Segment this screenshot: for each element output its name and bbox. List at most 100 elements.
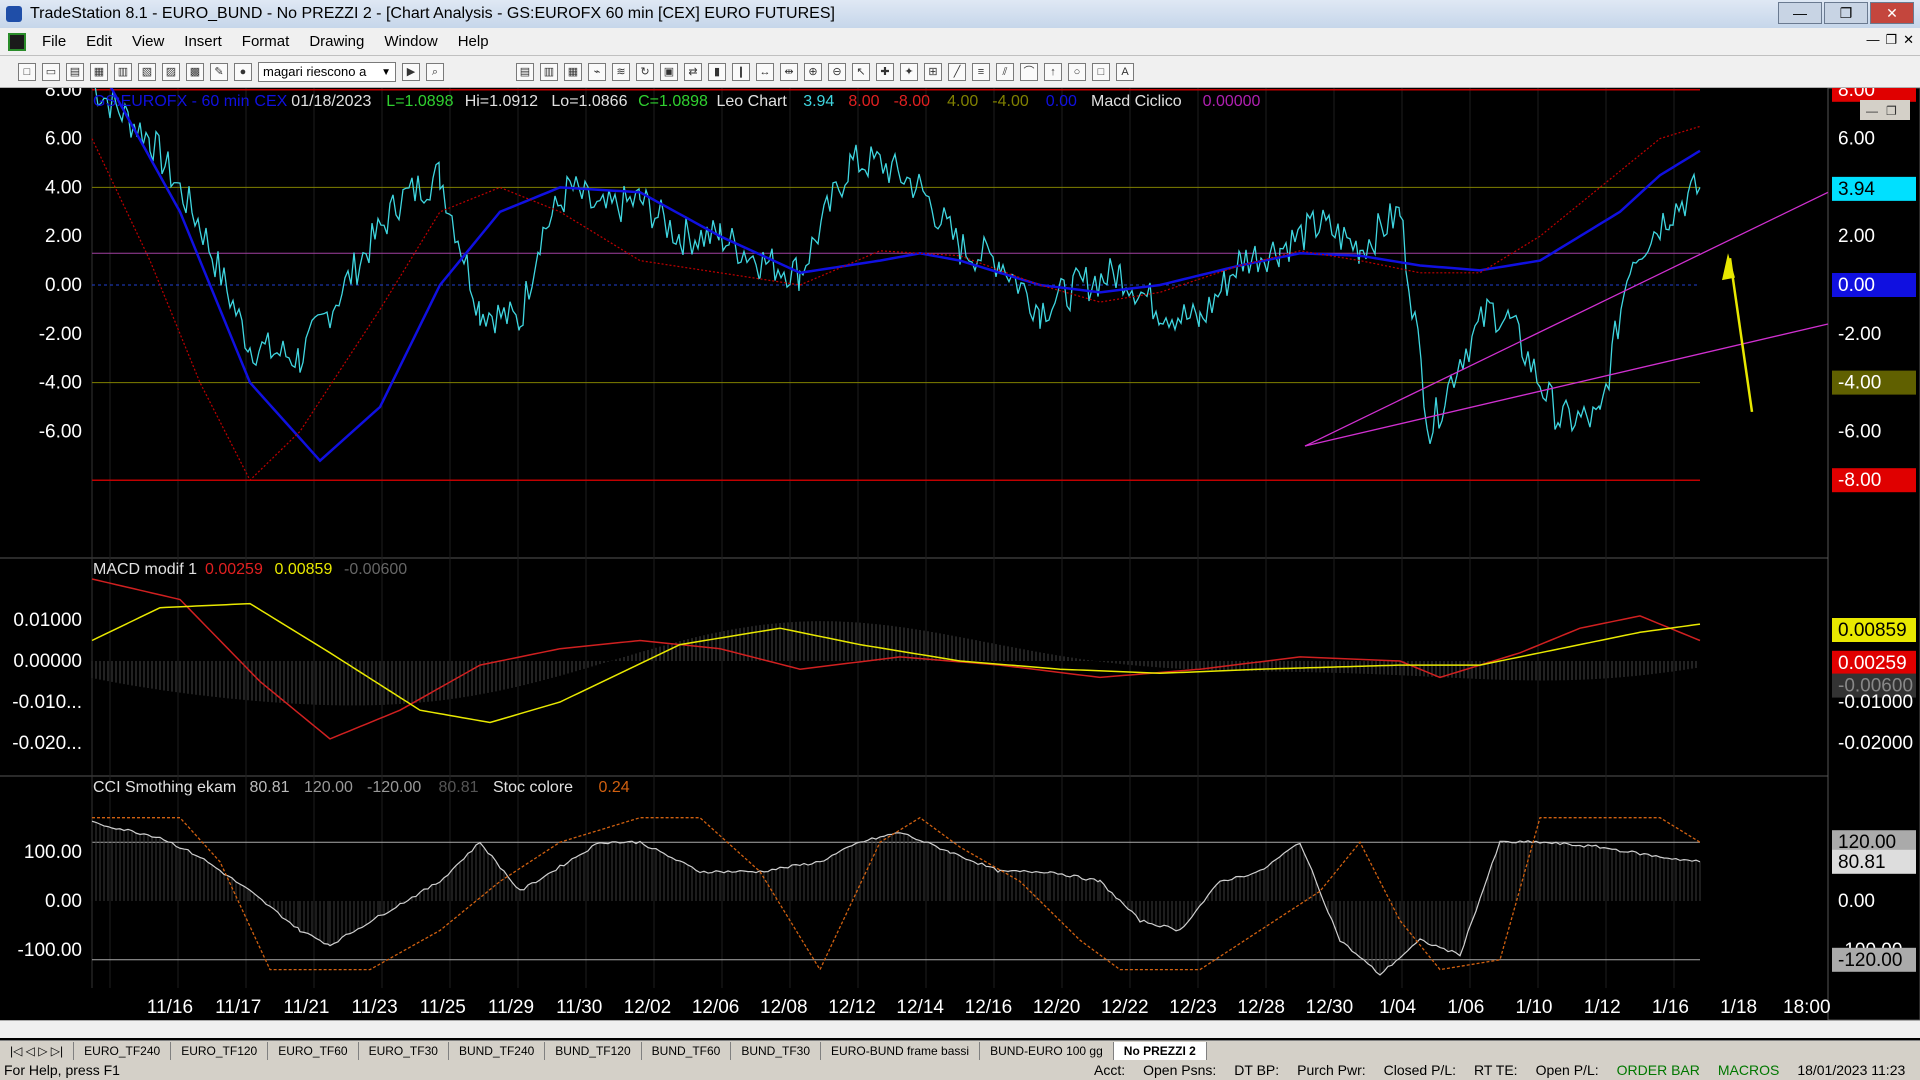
close-button[interactable]: ✕: [1870, 2, 1914, 24]
channel-icon[interactable]: ⫽: [996, 62, 1014, 81]
window-icon[interactable]: ▨: [162, 62, 180, 81]
chart-analysis-window[interactable]: GS:EUROFX - 60 min CEX 01/18/2023 L=1.0898 H…: [0, 52, 1920, 1048]
play-icon[interactable]: ▶: [402, 62, 420, 81]
mdi-restore-button[interactable]: ❐: [1885, 32, 1897, 48]
time-axis-label: 1/12: [1584, 997, 1621, 1018]
insert-icon[interactable]: ⊞: [924, 62, 942, 81]
tab-bund-tf120[interactable]: BUND_TF120: [545, 1041, 642, 1060]
print-icon[interactable]: ▥: [114, 62, 132, 81]
menu-file[interactable]: File: [32, 33, 76, 50]
menu-insert[interactable]: Insert: [174, 33, 232, 50]
crosshair-icon[interactable]: ✚: [876, 62, 894, 81]
mdi-minimize-button[interactable]: —: [1866, 32, 1879, 48]
zoom-in-icon[interactable]: ⊕: [804, 62, 822, 81]
workspace-tabs: |◁ ◁ ▷ ▷| EURO_TF240 EURO_TF120 EURO_TF6…: [0, 1040, 1920, 1060]
tab-no-prezzi-2[interactable]: No PREZZI 2: [1113, 1041, 1207, 1060]
status-help-text: For Help, press F1: [4, 1062, 120, 1078]
menu-edit[interactable]: Edit: [76, 33, 122, 50]
pointer-icon[interactable]: ↖: [852, 62, 870, 81]
right-price-6: 6.00: [1838, 129, 1875, 150]
save-icon[interactable]: ▦: [90, 62, 108, 81]
text-icon[interactable]: A: [1116, 62, 1134, 81]
status-rt-te: RT TE:: [1474, 1062, 1518, 1078]
menu-window[interactable]: Window: [374, 33, 447, 50]
bar-chart-icon[interactable]: ▮: [708, 62, 726, 81]
print-preview-icon[interactable]: ▧: [138, 62, 156, 81]
horizontal-scrollbar[interactable]: [0, 1020, 1920, 1038]
tab-euro-tf120[interactable]: EURO_TF120: [171, 1041, 269, 1060]
price-axis-label: -4.00: [39, 373, 82, 394]
price-panel-label-8: 3.94: [803, 93, 834, 110]
tab-bund-tf30[interactable]: BUND_TF30: [731, 1041, 822, 1060]
right-price-m2: -2.00: [1838, 324, 1881, 345]
tab-nav-icon[interactable]: |◁ ◁ ▷ ▷|: [0, 1041, 75, 1060]
find-icon[interactable]: ⌕: [426, 62, 444, 81]
new-workspace-icon[interactable]: ▤: [66, 62, 84, 81]
refresh-icon[interactable]: ↻: [636, 62, 654, 81]
chart-window-icon[interactable]: [8, 32, 26, 51]
lock-icon[interactable]: ▩: [186, 62, 204, 81]
arrow-up-icon[interactable]: ↑: [1044, 62, 1062, 81]
tab-bund-euro-100gg[interactable]: BUND-EURO 100 gg: [980, 1041, 1114, 1060]
trendline-icon[interactable]: ╱: [948, 62, 966, 81]
time-axis-label: 11/29: [488, 997, 534, 1018]
status-acct: Acct:: [1094, 1062, 1126, 1078]
rectangle-icon[interactable]: □: [1092, 62, 1110, 81]
status-bar: For Help, press F1 Acct: Open Psns: DT B…: [0, 1060, 1920, 1080]
macd-panel-label-0: MACD modif 1: [93, 561, 197, 578]
chart-icon[interactable]: ⌁: [588, 62, 606, 81]
layout2-icon[interactable]: ▥: [540, 62, 558, 81]
wrench-icon[interactable]: ✦: [900, 62, 918, 81]
mdi-close-button[interactable]: ✕: [1903, 32, 1914, 48]
zoom-out-icon[interactable]: ⊖: [828, 62, 846, 81]
layout1-icon[interactable]: ▤: [516, 62, 534, 81]
right-price-2: 2.00: [1838, 226, 1875, 247]
tab-bund-tf240[interactable]: BUND_TF240: [449, 1041, 546, 1060]
macd-axis-label: -0.020...: [12, 733, 82, 754]
chart2-icon[interactable]: ≋: [612, 62, 630, 81]
fib-icon[interactable]: ≡: [972, 62, 990, 81]
palette-icon[interactable]: ●: [234, 62, 252, 81]
layout3-icon[interactable]: ▦: [564, 62, 582, 81]
chart-canvas[interactable]: GS:EUROFX - 60 min CEX 01/18/2023 L=1.0898 H…: [0, 52, 1920, 1021]
arc-icon[interactable]: ⌒: [1020, 62, 1038, 81]
time-axis-label: 11/16: [147, 997, 193, 1018]
minimize-button[interactable]: —: [1778, 2, 1822, 24]
compress-icon[interactable]: ⇹: [780, 62, 798, 81]
price-panel-label-10: -8.00: [894, 93, 931, 110]
right-price-m8: -8.00: [1838, 470, 1881, 491]
tab-euro-bund-frame-bassi[interactable]: EURO-BUND frame bassi: [821, 1041, 981, 1060]
panel-min-icon[interactable]: —: [1866, 104, 1878, 118]
tools-icon[interactable]: ✎: [210, 62, 228, 81]
menu-format[interactable]: Format: [232, 33, 300, 50]
candle-icon[interactable]: ❙: [732, 62, 750, 81]
maximize-button[interactable]: ❐: [1824, 2, 1868, 24]
tab-euro-tf240[interactable]: EURO_TF240: [74, 1041, 172, 1060]
circle-icon[interactable]: ○: [1068, 62, 1086, 81]
compare-icon[interactable]: ⇄: [684, 62, 702, 81]
panel-restore-icon[interactable]: ❐: [1886, 104, 1897, 118]
tab-euro-tf30[interactable]: EURO_TF30: [359, 1041, 449, 1060]
price-axis-label: 2.00: [45, 226, 82, 247]
macros-button[interactable]: MACROS: [1718, 1062, 1779, 1078]
price-panel-label-13: 0.00: [1046, 93, 1077, 110]
expand-icon[interactable]: ↔: [756, 62, 774, 81]
menu-help[interactable]: Help: [448, 33, 499, 50]
order-bar-button[interactable]: ORDER BAR: [1617, 1062, 1700, 1078]
tab-euro-tf60[interactable]: EURO_TF60: [268, 1041, 359, 1060]
menu-drawing[interactable]: Drawing: [299, 33, 374, 50]
time-axis-label: 1/16: [1652, 997, 1689, 1018]
open-icon[interactable]: ▭: [42, 62, 60, 81]
new-icon[interactable]: □: [18, 62, 36, 81]
right-price-m4: -4.00: [1838, 373, 1881, 394]
workspace-combo[interactable]: magari riescono a: [258, 61, 396, 82]
price-axis-label: -6.00: [39, 421, 82, 442]
window-titlebar: TradeStation 8.1 - EURO_BUND - No PREZZI…: [0, 0, 1920, 28]
menu-view[interactable]: View: [122, 33, 174, 50]
data-window-icon[interactable]: ▣: [660, 62, 678, 81]
status-open-psns: Open Psns:: [1143, 1062, 1217, 1078]
price-panel-label-15: 0.00000: [1203, 93, 1261, 110]
tab-bund-tf60[interactable]: BUND_TF60: [642, 1041, 732, 1060]
cci-panel-label-0: CCI Smothing ekam: [93, 779, 236, 796]
time-axis-label: 12/28: [1237, 997, 1285, 1018]
